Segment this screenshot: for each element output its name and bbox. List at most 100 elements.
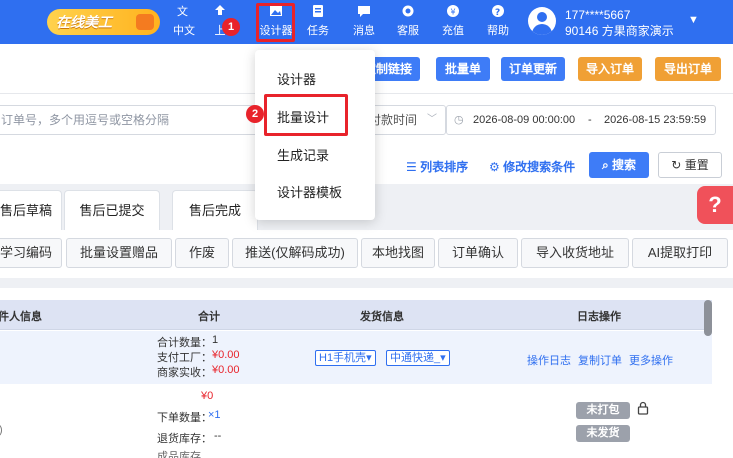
operation-bar: 学习编码 批量设置赠品 作废 推送(仅解码成功) 本地找图 订单确认 导入收货地… xyxy=(0,230,733,278)
nav-language[interactable]: 文 中文 xyxy=(164,4,204,42)
status-badge-unpacked: 未打包 xyxy=(576,402,630,419)
caret-down-icon: ▼ xyxy=(688,14,699,26)
svg-text:?: ? xyxy=(495,8,500,18)
order-update-button[interactable]: 订单更新 xyxy=(501,57,565,81)
designer-highlight xyxy=(256,3,295,42)
nav-language-label: 中文 xyxy=(173,25,195,37)
pay-factory-label: 支付工厂： xyxy=(157,352,212,364)
chevron-down-icon: ﹀ xyxy=(427,114,437,125)
more-operations-link[interactable]: 更多操作 xyxy=(629,352,673,368)
operation-log-link[interactable]: 操作日志 xyxy=(527,352,571,368)
push-button[interactable]: 推送(仅解码成功) xyxy=(232,238,358,268)
tab-aftersale-done[interactable]: 售后完成 xyxy=(172,190,258,230)
nav-task-label: 任务 xyxy=(307,25,329,37)
return-stock-label: 退货库存： xyxy=(157,433,212,445)
total-qty-value: 1 xyxy=(212,334,219,346)
app-root: 在线美工 文 中文 上 设计器 任务 消息 客服 ¥ 充值 ? 帮助 177**… xyxy=(0,0,733,458)
user-account: 90146 方果商家演示 xyxy=(565,24,674,38)
order-qty-label: 下单数量： xyxy=(157,412,212,424)
user-phone: 177****5667 xyxy=(565,8,631,22)
caret-down-icon: ▾ xyxy=(440,352,446,364)
menu-item-designer[interactable]: 设计器 xyxy=(277,69,316,88)
local-find-image-button[interactable]: 本地找图 xyxy=(361,238,435,268)
menu-item-generate-records[interactable]: 生成记录 xyxy=(277,145,329,164)
finished-stock-label: 成品库存 xyxy=(157,451,201,458)
callout-badge-2: 2 xyxy=(246,105,264,123)
vertical-scrollbar[interactable] xyxy=(704,300,712,336)
batch-gift-button[interactable]: 批量设置赠品 xyxy=(66,238,172,268)
learn-code-button[interactable]: 学习编码 xyxy=(0,238,62,268)
date-start: 2026-08-09 00:00:00 xyxy=(473,114,576,126)
task-icon xyxy=(298,4,338,24)
nav-recharge-label: 充值 xyxy=(442,25,464,37)
reset-button[interactable]: ↻ 重置 xyxy=(658,152,722,178)
svg-text:¥: ¥ xyxy=(451,8,456,17)
merchant-income-label: 商家实收： xyxy=(157,367,212,379)
courier-select-value: 中通快递_ xyxy=(390,352,441,364)
avatar xyxy=(528,7,556,35)
modify-search-label: 修改搜索条件 xyxy=(503,160,576,174)
import-order-button[interactable]: 导入订单 xyxy=(578,57,642,81)
lock-icon[interactable] xyxy=(637,401,651,415)
return-stock-value: -- xyxy=(214,430,222,442)
callout-badge-1: 1 xyxy=(222,18,240,36)
modify-search-link[interactable]: ⚙ 修改搜索条件 xyxy=(489,158,575,175)
orders-table: 件人信息 合计 发货信息 日志操作 合计数量： 1 支付工厂： ¥0.00 商家… xyxy=(0,288,733,458)
nav-message-label: 消息 xyxy=(353,25,375,37)
clock-icon: ◷ xyxy=(454,114,464,126)
export-order-button[interactable]: 导出订单 xyxy=(655,57,721,81)
sort-icon: ☰ xyxy=(406,160,417,174)
order-qty-value: ×1 xyxy=(208,409,221,421)
table-row: 合计数量： 1 支付工厂： ¥0.00 商家实收： ¥0.00 H1手机壳▾ 中… xyxy=(0,331,712,384)
price-value: ¥0 xyxy=(201,390,214,402)
gear-icon: ⚙ xyxy=(489,160,500,174)
floating-help-button[interactable]: ? xyxy=(697,186,733,224)
copy-order-link[interactable]: 复制订单 xyxy=(578,352,622,368)
product-select[interactable]: H1手机壳▾ xyxy=(315,350,376,366)
date-range-picker[interactable]: ◷ 2026-08-09 00:00:00 - 2026-08-15 23:59… xyxy=(446,105,716,135)
status-badge-unshipped: 未发货 xyxy=(576,425,630,442)
search-button[interactable]: ⌕ 搜索 xyxy=(589,152,649,178)
product-select-value: H1手机壳 xyxy=(319,352,367,364)
list-sort-link[interactable]: ☰ 列表排序 xyxy=(406,158,468,175)
translate-icon: 文 xyxy=(164,4,204,24)
reset-button-label: 重置 xyxy=(684,158,709,172)
svg-text:文: 文 xyxy=(177,4,188,18)
date-separator: - xyxy=(588,114,592,126)
merchant-income-value: ¥0.00 xyxy=(212,364,240,376)
promo-text: 在线美工 xyxy=(56,14,112,30)
import-address-button[interactable]: 导入收货地址 xyxy=(521,238,629,268)
courier-select[interactable]: 中通快递_▾ xyxy=(386,350,450,366)
batch-order-button[interactable]: 批量单 xyxy=(436,57,490,81)
date-end: 2026-08-15 23:59:59 xyxy=(604,114,707,126)
table-row: ) ¥0 下单数量： ×1 退货库存： -- 成品库存 未打包 未发货 xyxy=(0,384,712,458)
help-icon: ? xyxy=(478,4,518,24)
batch-design-highlight xyxy=(264,94,348,136)
menu-item-designer-template[interactable]: 设计器模板 xyxy=(277,182,342,201)
order-confirm-button[interactable]: 订单确认 xyxy=(438,238,518,268)
nav-service-label: 客服 xyxy=(397,25,419,37)
help-icon: ? xyxy=(708,192,722,217)
reset-icon: ↻ xyxy=(671,158,682,172)
col-total: 合计 xyxy=(198,311,220,323)
recipient-fragment: ) xyxy=(0,424,3,436)
table-header: 件人信息 合计 发货信息 日志操作 xyxy=(0,300,712,330)
promo-banner[interactable]: 在线美工 xyxy=(47,9,160,35)
nav-message[interactable]: 消息 xyxy=(344,4,384,42)
tab-aftersale-draft[interactable]: 售后草稿 xyxy=(0,190,62,230)
col-recipient-info: 件人信息 xyxy=(0,311,42,323)
search-button-label: 搜索 xyxy=(612,158,637,172)
nav-recharge[interactable]: ¥ 充值 xyxy=(433,4,473,42)
ai-extract-print-button[interactable]: AI提取打印 xyxy=(632,238,728,268)
total-qty-label: 合计数量： xyxy=(157,337,212,349)
nav-service[interactable]: 客服 xyxy=(388,4,428,42)
top-bar: 在线美工 文 中文 上 设计器 任务 消息 客服 ¥ 充值 ? 帮助 177**… xyxy=(0,0,733,44)
message-icon xyxy=(344,4,384,24)
nav-help[interactable]: ? 帮助 xyxy=(478,4,518,42)
service-icon xyxy=(388,4,428,24)
nav-task[interactable]: 任务 xyxy=(298,4,338,42)
col-log-operation: 日志操作 xyxy=(577,311,621,323)
void-button[interactable]: 作废 xyxy=(175,238,229,268)
tab-aftersale-submitted[interactable]: 售后已提交 xyxy=(64,190,160,230)
pay-factory-value: ¥0.00 xyxy=(212,349,240,361)
